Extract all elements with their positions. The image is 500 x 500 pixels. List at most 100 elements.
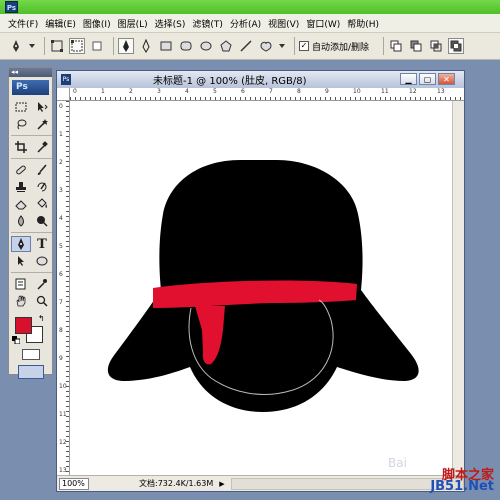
- ruler-tick-label: 9: [59, 355, 63, 362]
- ruler-tick-label: 5: [59, 243, 63, 250]
- pen-tool-icon[interactable]: [11, 236, 31, 252]
- shape-layers-icon[interactable]: [49, 38, 65, 54]
- maximize-button[interactable]: ▢: [419, 73, 436, 85]
- options-bar: ✓ 自动添加/删除: [0, 33, 500, 60]
- menu-file[interactable]: 文件(F): [8, 17, 38, 30]
- canvas[interactable]: [71, 102, 452, 475]
- menu-bar: 文件(F) 编辑(E) 图像(I) 图层(L) 选择(S) 滤镜(T) 分析(A…: [0, 14, 500, 33]
- penguin-artwork: [107, 160, 419, 412]
- dropdown-arrow-icon[interactable]: [28, 38, 36, 54]
- line-shape-icon[interactable]: [238, 38, 254, 54]
- minimize-button[interactable]: ▁: [400, 73, 417, 85]
- photoshop-logo[interactable]: Ps: [12, 80, 49, 95]
- separator: [294, 37, 295, 55]
- menu-window[interactable]: 窗口(W): [306, 17, 340, 30]
- path-selection-icon[interactable]: [11, 253, 31, 269]
- vertical-ruler[interactable]: 0 1 2 3 4 5 6 7 8 9 10 11 12 13: [57, 101, 70, 475]
- eyedropper-sample-icon[interactable]: [32, 276, 52, 292]
- healing-brush-icon[interactable]: [11, 162, 31, 178]
- ruler-tick-label: 7: [269, 88, 273, 95]
- separator: [11, 232, 52, 233]
- type-tool-icon[interactable]: T: [32, 236, 52, 252]
- zoom-level-field[interactable]: 100%: [59, 477, 89, 490]
- menu-help[interactable]: 帮助(H): [347, 17, 379, 30]
- photoshop-app-icon[interactable]: Ps: [5, 1, 18, 13]
- polygon-shape-icon[interactable]: [218, 38, 234, 54]
- paint-bucket-icon[interactable]: [32, 196, 52, 212]
- history-brush-icon[interactable]: [32, 179, 52, 195]
- vertical-scrollbar[interactable]: [452, 101, 464, 475]
- path-intersect-icon[interactable]: [428, 38, 444, 54]
- path-exclude-icon[interactable]: [448, 38, 465, 54]
- ellipse-shape-icon[interactable]: [198, 38, 214, 54]
- fill-pixels-icon[interactable]: [89, 38, 105, 54]
- ruler-tick-label: 2: [129, 88, 133, 95]
- menu-layer[interactable]: 图层(L): [118, 17, 148, 30]
- menu-image[interactable]: 图像(I): [83, 17, 111, 30]
- ellipse-tool-icon[interactable]: [32, 253, 52, 269]
- crop-tool-icon[interactable]: [11, 139, 31, 155]
- ruler-tick-label: 4: [59, 215, 63, 222]
- eyedropper-tool-icon[interactable]: [32, 139, 52, 155]
- menu-select[interactable]: 选择(S): [155, 17, 186, 30]
- ruler-tick-label: 7: [59, 299, 63, 306]
- status-bar: 100% 文档:732.4K/1.63M ▶: [57, 475, 464, 491]
- ruler-tick-label: 2: [59, 159, 63, 166]
- document-window: Ps 未标题-1 @ 100% (肚皮, RGB/8) ▁ ▢ ✕ 012345…: [56, 70, 465, 492]
- watermark-url: JB51.Net: [430, 479, 494, 494]
- menu-view[interactable]: 视图(V): [268, 17, 299, 30]
- close-button[interactable]: ✕: [438, 73, 455, 85]
- hand-tool-icon[interactable]: [11, 293, 31, 309]
- status-menu-arrow-icon[interactable]: ▶: [219, 480, 224, 488]
- toolbox-header[interactable]: ◂◂: [9, 68, 52, 77]
- blur-tool-icon[interactable]: [11, 213, 31, 229]
- ruler-tick-label: 13: [59, 467, 67, 474]
- lasso-tool-icon[interactable]: [11, 116, 31, 132]
- pen-tool-icon[interactable]: [118, 38, 134, 54]
- foreground-color-swatch[interactable]: [15, 317, 32, 334]
- document-titlebar[interactable]: Ps 未标题-1 @ 100% (肚皮, RGB/8) ▁ ▢ ✕: [57, 71, 464, 88]
- ruler-tick-label: 0: [59, 103, 63, 110]
- marquee-tool-icon[interactable]: [11, 99, 31, 115]
- auto-add-delete-checkbox[interactable]: ✓: [299, 41, 309, 51]
- separator: [44, 37, 45, 55]
- path-add-icon[interactable]: [388, 38, 404, 54]
- horizontal-ruler[interactable]: 0 1 2 3 4 5 6 7 8 9 10 11 12 13: [70, 88, 464, 101]
- color-swatches: ↰: [9, 313, 52, 345]
- rectangle-shape-icon[interactable]: [158, 38, 174, 54]
- paths-mode-icon[interactable]: [69, 38, 85, 54]
- ruler-tick-label: 12: [409, 88, 417, 95]
- ruler-tick-label: 10: [59, 383, 67, 390]
- freeform-pen-icon[interactable]: [138, 38, 154, 54]
- document-info[interactable]: 文档:732.4K/1.63M: [139, 478, 213, 489]
- path-subtract-icon[interactable]: [408, 38, 424, 54]
- swap-colors-icon[interactable]: ↰: [38, 314, 45, 323]
- magic-wand-icon[interactable]: [32, 116, 52, 132]
- custom-shape-icon[interactable]: [258, 38, 274, 54]
- ruler-tick-label: 0: [73, 88, 77, 95]
- default-colors-icon[interactable]: [12, 336, 21, 345]
- ruler-tick-label: 1: [59, 131, 63, 138]
- pen-tool-preset-icon[interactable]: [8, 38, 24, 54]
- ruler-tick-label: 11: [381, 88, 389, 95]
- zoom-tool-icon[interactable]: [32, 293, 52, 309]
- move-tool-icon[interactable]: [32, 99, 52, 115]
- menu-edit[interactable]: 编辑(E): [45, 17, 76, 30]
- ruler-tick-label: 3: [157, 88, 161, 95]
- menu-analysis[interactable]: 分析(A): [230, 17, 261, 30]
- quick-mask-button[interactable]: [9, 349, 52, 360]
- ruler-tick-label: 12: [59, 439, 67, 446]
- dropdown-arrow-icon[interactable]: [278, 38, 286, 54]
- ruler-tick-label: 8: [59, 327, 63, 334]
- brush-tool-icon[interactable]: [32, 162, 52, 178]
- screen-mode-button[interactable]: [9, 365, 52, 379]
- ruler-corner[interactable]: [57, 88, 70, 101]
- eraser-tool-icon[interactable]: [11, 196, 31, 212]
- dodge-tool-icon[interactable]: [32, 213, 52, 229]
- menu-filter[interactable]: 滤镜(T): [192, 17, 223, 30]
- site-watermark: 脚本之家 JB51.Net: [408, 464, 494, 494]
- clone-stamp-icon[interactable]: [11, 179, 31, 195]
- separator: [383, 37, 385, 55]
- rounded-rectangle-icon[interactable]: [178, 38, 194, 54]
- notes-tool-icon[interactable]: [11, 276, 31, 292]
